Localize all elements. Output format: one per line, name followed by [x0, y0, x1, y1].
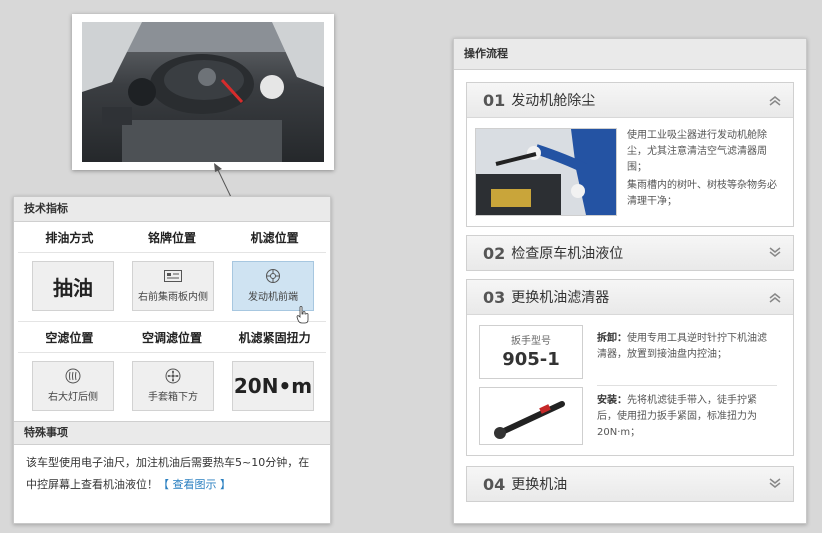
expand-chevron-icon[interactable]	[767, 477, 783, 491]
tile-oil-filter-location[interactable]: 发动机前端	[232, 261, 314, 311]
spec-labels-row-2: 空滤位置 空调滤位置 机滤紧固扭力	[18, 321, 326, 353]
collapse-chevron-icon[interactable]	[767, 290, 783, 304]
step-03-number: 03	[483, 287, 506, 307]
tech-panel-title: 技术指标	[14, 197, 330, 222]
air-filter-icon	[64, 368, 82, 384]
tile-filter-torque[interactable]: 20N•m	[232, 361, 314, 411]
tile-drain-method[interactable]: 抽油	[32, 261, 114, 311]
spec-label-nameplate: 铭牌位置	[148, 230, 197, 245]
step-02-title: 检查原车机油液位	[511, 246, 624, 262]
step-03-body: 扳手型号 905-1 拆卸：使用专用工具逆时针拧下机油滤清器，放置到接油盘内控油…	[467, 314, 793, 455]
tile-torque-text: 20N•m	[233, 374, 313, 398]
expand-chevron-icon[interactable]	[767, 246, 783, 260]
step-04-title: 更换机油	[511, 477, 568, 493]
step-04: 04 更换机油	[466, 466, 794, 502]
step-01-number: 01	[483, 90, 506, 110]
tile-drain-method-text: 抽油	[53, 275, 93, 300]
tech-spec-panel: 技术指标 排油方式 铭牌位置 机滤位置 抽油 右前集雨板内侧 发动机前端 空滤位…	[13, 196, 331, 524]
step-04-header[interactable]: 04 更换机油	[467, 467, 793, 501]
fan-icon	[164, 368, 182, 384]
tile-air-filter-location[interactable]: 右大灯后侧	[32, 361, 114, 411]
step-01-header[interactable]: 01 发动机舱除尘	[467, 83, 793, 117]
step-02-number: 02	[483, 243, 506, 263]
spec-label-cabin-filter: 空调滤位置	[142, 330, 203, 345]
step-03-title: 更换机油滤清器	[511, 290, 610, 306]
wrench-model-number: 905-1	[502, 349, 560, 370]
engine-bay-photo	[72, 14, 334, 170]
step-03-header[interactable]: 03 更换机油滤清器	[467, 280, 793, 314]
wrench-model-box: 扳手型号 905-1	[479, 325, 583, 379]
step-02-header[interactable]: 02 检查原车机油液位	[467, 236, 793, 270]
spec-label-drain-method: 排油方式	[45, 230, 94, 245]
tile-nameplate-location[interactable]: 右前集雨板内侧	[132, 261, 214, 311]
nameplate-icon	[164, 269, 182, 283]
tile-oil-filter-text: 发动机前端	[248, 292, 298, 303]
install-instructions: 安装：先将机滤徒手带入，徒手拧紧后，使用扭力扳手紧固，标准扭力为20N·m；	[597, 393, 775, 441]
spec-label-torque: 机滤紧固扭力	[238, 330, 311, 345]
engine-gear-icon	[264, 269, 282, 283]
special-notes-text: 该车型使用电子油尺，加注机油后需要热车5~10分钟，在中控屏幕上查看机油液位！【…	[14, 445, 330, 503]
collapse-chevron-icon[interactable]	[767, 93, 783, 107]
step-03: 03 更换机油滤清器 扳手型号 905-1 拆卸：使用专用工具逆时针拧下机油滤清…	[466, 279, 794, 456]
engine-bay-image	[82, 22, 324, 162]
step-02: 02 检查原车机油液位	[466, 235, 794, 271]
tile-air-filter-text: 右大灯后侧	[48, 392, 98, 403]
tile-cabin-filter-text: 手套箱下方	[148, 392, 198, 403]
special-notes-title: 特殊事项	[14, 421, 330, 445]
spec-label-air-filter: 空滤位置	[45, 330, 94, 345]
hand-cursor-icon	[296, 306, 309, 324]
spec-label-oil-filter: 机滤位置	[250, 230, 299, 245]
process-panel-title: 操作流程	[454, 39, 806, 70]
tile-cabin-filter-location[interactable]: 手套箱下方	[132, 361, 214, 411]
process-panel: 操作流程 01 发动机舱除尘 使用工业吸尘器进行发动机舱除尘，尤其注意清洁空气滤…	[453, 38, 807, 524]
step-01-text-1: 使用工业吸尘器进行发动机舱除尘，尤其注意清洁空气滤清器周围；	[627, 130, 767, 173]
mechanic-photo	[475, 128, 617, 216]
step-01: 01 发动机舱除尘 使用工业吸尘器进行发动机舱除尘，尤其注意清洁空气滤清器周围；…	[466, 82, 794, 227]
remove-instructions: 拆卸：使用专用工具逆时针拧下机油滤清器，放置到接油盘内控油；	[597, 331, 775, 363]
wrench-model-label: 扳手型号	[511, 336, 551, 347]
install-label: 安装：	[597, 395, 627, 406]
step-04-number: 04	[483, 474, 506, 494]
step-01-title: 发动机舱除尘	[511, 93, 596, 109]
torque-wrench-image	[479, 387, 583, 445]
remove-label: 拆卸：	[597, 333, 627, 344]
spec-labels-row-1: 排油方式 铭牌位置 机滤位置	[18, 222, 326, 253]
view-diagram-link[interactable]: 【 查看图示 】	[158, 478, 231, 491]
instructions-divider	[597, 385, 777, 386]
tile-nameplate-text: 右前集雨板内侧	[138, 292, 208, 303]
step-01-text-2: 集雨槽内的树叶、树枝等杂物务必清理干净；	[627, 180, 777, 207]
step-01-body: 使用工业吸尘器进行发动机舱除尘，尤其注意清洁空气滤清器周围； 集雨槽内的树叶、树…	[467, 117, 793, 226]
spec-tiles-row-1: 抽油 右前集雨板内侧 发动机前端	[14, 253, 330, 321]
spec-tiles-row-2: 右大灯后侧 手套箱下方 20N•m	[14, 353, 330, 421]
